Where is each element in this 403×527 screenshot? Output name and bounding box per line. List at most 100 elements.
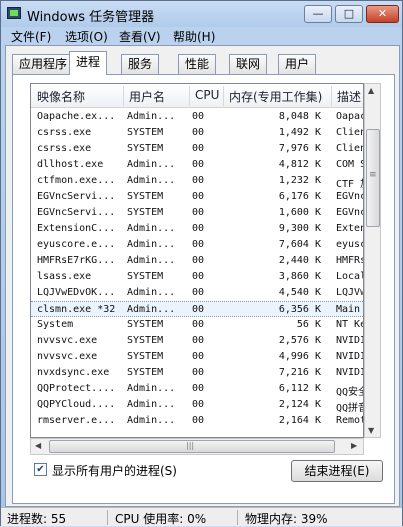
- show-all-users-checkbox[interactable]: ✔: [34, 463, 47, 476]
- task-manager-app-icon: [7, 7, 21, 19]
- process-image-name: csrss.exe: [37, 143, 92, 154]
- process-memory: 9,300 K: [278, 223, 321, 234]
- process-user: Admin...: [127, 399, 176, 410]
- process-row[interactable]: QQPYCloud.... Admin... 00 2,124 K QQ拼音: [31, 397, 363, 414]
- window-title: Windows 任务管理器: [27, 10, 155, 25]
- process-memory: 6,112 K: [278, 383, 321, 394]
- process-description: CTF 加: [336, 179, 363, 190]
- menu-options[interactable]: 选项(O): [65, 28, 108, 45]
- scroll-down-arrow-icon[interactable]: ▼: [368, 426, 374, 435]
- tab-services[interactable]: 服务: [121, 54, 160, 74]
- process-cpu: 00: [192, 351, 205, 362]
- process-cpu: 00: [192, 335, 205, 346]
- column-divider[interactable]: [331, 86, 332, 106]
- process-row[interactable]: clsmn.exe *32 Admin... 00 6,356 K Main: [31, 301, 363, 317]
- process-cpu: 00: [192, 159, 205, 170]
- maximize-button[interactable]: □: [335, 5, 363, 23]
- status-process-count: 进程数: 55: [7, 512, 67, 526]
- process-image-name: EGVncServi...: [37, 207, 116, 218]
- process-image-name: eyuscore.e...: [37, 239, 116, 250]
- vertical-scrollbar[interactable]: ▲ ≡ ▼: [364, 83, 381, 438]
- process-row[interactable]: csrss.exe SYSTEM 00 7,976 K Clien: [31, 141, 364, 157]
- process-description: NVIDI: [336, 367, 364, 378]
- process-row[interactable]: rmserver.e... Admin... 00 2,164 K Remot: [31, 413, 363, 429]
- process-description: Clien: [336, 143, 364, 154]
- close-button[interactable]: ✕: [366, 5, 399, 23]
- scroll-left-arrow-icon[interactable]: ◀: [35, 441, 41, 450]
- column-divider[interactable]: [189, 86, 190, 106]
- column-header-cpu[interactable]: CPU: [195, 88, 219, 102]
- process-memory: 6,356 K: [278, 304, 321, 315]
- process-row[interactable]: dllhost.exe Admin... 00 4,812 K COM S: [31, 157, 363, 173]
- tab-networking[interactable]: 联网: [229, 54, 268, 74]
- process-image-name: EGVncServi...: [37, 191, 116, 202]
- process-user: Admin...: [127, 175, 176, 186]
- process-description: Clien: [336, 127, 364, 138]
- process-row[interactable]: nvvsvc.exe SYSTEM 00 2,576 K NVIDI: [31, 333, 363, 349]
- tab-processes[interactable]: 进程: [69, 51, 108, 75]
- menu-help[interactable]: 帮助(H): [173, 28, 215, 45]
- process-row[interactable]: EGVncServi... SYSTEM 00 1,600 K EGVnc: [31, 205, 363, 221]
- column-divider[interactable]: [123, 86, 124, 106]
- horizontal-scroll-thumb[interactable]: |||: [49, 440, 335, 453]
- menu-file[interactable]: 文件(F): [11, 28, 51, 45]
- process-memory: 8,048 K: [278, 111, 321, 122]
- process-cpu: 00: [192, 271, 205, 282]
- process-row[interactable]: csrss.exe SYSTEM 00 1,492 K Clien: [31, 125, 364, 141]
- process-row[interactable]: ctfmon.exe... Admin... 00 1,232 K CTF 加: [31, 173, 363, 190]
- process-cpu: 00: [192, 399, 205, 410]
- process-row[interactable]: ExtensionC... Admin... 00 9,300 K Exten: [31, 221, 363, 237]
- process-row[interactable]: LQJVwEDvOK... Admin... 00 4,540 K LQJVw: [31, 285, 364, 301]
- status-divider: [237, 510, 238, 525]
- horizontal-scrollbar[interactable]: ◀ ||| ▶: [30, 438, 364, 455]
- show-all-users-label[interactable]: 显示所有用户的进程(S): [52, 462, 177, 479]
- end-process-button[interactable]: 结束进程(E): [291, 460, 383, 482]
- process-user: SYSTEM: [127, 271, 164, 282]
- process-row[interactable]: nvvsvc.exe SYSTEM 00 4,996 K NVIDI: [31, 349, 363, 365]
- process-row[interactable]: QQProtect.... Admin... 00 6,112 K QQ安全: [31, 381, 363, 398]
- process-memory: 56 K: [296, 319, 321, 330]
- process-cpu: 00: [192, 287, 205, 298]
- process-image-name: rmserver.e...: [37, 415, 116, 426]
- grip-icon: |||: [186, 441, 195, 450]
- process-cpu: 00: [192, 111, 205, 122]
- process-description: QQ安全: [336, 387, 363, 398]
- scroll-right-arrow-icon[interactable]: ▶: [351, 441, 357, 450]
- tab-performance[interactable]: 性能: [178, 54, 217, 74]
- menu-bar: 文件(F) 选项(O) 查看(V) 帮助(H): [5, 27, 400, 45]
- status-cpu-usage: CPU 使用率: 0%: [115, 512, 207, 526]
- process-row[interactable]: EGVncServi... SYSTEM 00 6,176 K EGVnc: [31, 189, 363, 205]
- process-image-name: LQJVwEDvOK...: [37, 287, 116, 298]
- column-header-memory[interactable]: 内存(专用工作集): [229, 88, 322, 105]
- process-row[interactable]: eyuscore.e... Admin... 00 7,604 K eyusc: [31, 237, 363, 253]
- column-divider[interactable]: [223, 86, 224, 106]
- tab-users[interactable]: 用户: [278, 54, 317, 74]
- tab-applications[interactable]: 应用程序: [12, 54, 75, 74]
- column-header-image-name[interactable]: 映像名称: [37, 88, 85, 105]
- process-user: Admin...: [127, 415, 176, 426]
- title-bar[interactable]: Windows 任务管理器 — □ ✕: [1, 1, 402, 27]
- scroll-up-arrow-icon[interactable]: ▲: [368, 86, 374, 95]
- task-manager-window: Windows 任务管理器 — □ ✕ 文件(F) 选项(O) 查看(V) 帮助…: [0, 0, 403, 526]
- process-cpu: 00: [192, 191, 205, 202]
- process-rows: Oapache.ex... Admin... 00 8,048 K Oapac csrss…: [31, 109, 364, 429]
- process-cpu: 00: [192, 127, 205, 138]
- process-cpu: 00: [192, 207, 205, 218]
- column-header-description[interactable]: 描述: [337, 88, 361, 105]
- column-header-user[interactable]: 用户名: [129, 88, 165, 105]
- process-row[interactable]: nvxdsync.exe SYSTEM 00 7,216 K NVIDI: [31, 365, 364, 381]
- process-row[interactable]: System SYSTEM 00 56 K NT Ke: [31, 317, 363, 333]
- process-row[interactable]: HMFRsE7rKG... Admin... 00 2,440 K HMFRs: [31, 253, 363, 269]
- process-user: SYSTEM: [127, 191, 164, 202]
- process-memory: 1,600 K: [278, 207, 321, 218]
- process-description: LQJVw: [336, 287, 364, 298]
- menu-view[interactable]: 查看(V): [119, 28, 161, 45]
- process-list[interactable]: 映像名称 用户名 CPU 内存(专用工作集) 描述 Oapache.ex... A…: [30, 83, 364, 438]
- process-memory: 3,860 K: [278, 271, 321, 282]
- process-row[interactable]: Oapache.ex... Admin... 00 8,048 K Oapac: [31, 109, 363, 125]
- process-user: Admin...: [127, 287, 176, 298]
- vertical-scroll-thumb[interactable]: ≡: [366, 129, 380, 227]
- process-user: Admin...: [127, 383, 176, 394]
- process-row[interactable]: lsass.exe SYSTEM 00 3,860 K Local: [31, 269, 363, 285]
- minimize-button[interactable]: —: [304, 5, 332, 23]
